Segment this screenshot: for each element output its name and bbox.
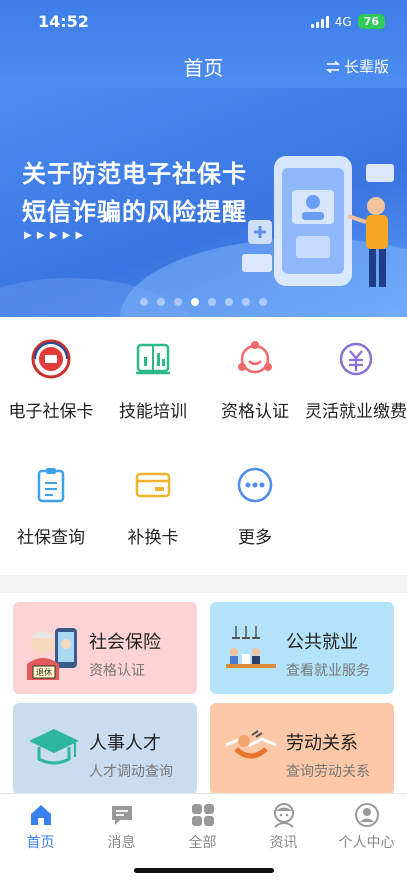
service-label: 社保查询 (17, 528, 85, 548)
banner-arrows: ▶ ▶ ▶ ▶ ▶ (24, 230, 85, 241)
carousel-dot[interactable] (140, 298, 148, 306)
card-title: 公共就业 (286, 632, 358, 653)
carousel-dot[interactable] (225, 298, 233, 306)
tab-label: 消息 (107, 835, 136, 851)
app-header: 14:52 4G 76 首页 长辈版 (0, 0, 407, 88)
tab-messages[interactable]: 消息 (81, 802, 162, 852)
home-indicator (134, 868, 274, 873)
carousel-dot[interactable] (259, 298, 267, 306)
home-icon (30, 805, 51, 825)
service-label: 更多 (238, 528, 272, 548)
card-subtitle: 资格认证 (89, 663, 145, 679)
service-label: 电子社保卡 (8, 402, 94, 422)
tab-all[interactable]: 全部 (162, 802, 243, 852)
service-label: 补换卡 (127, 528, 179, 548)
yuan-coin-icon (339, 342, 373, 376)
status-bar: 14:52 4G 76 (0, 12, 407, 34)
network-label: 4G (334, 14, 352, 29)
tab-profile[interactable]: 个人中心 (326, 802, 407, 852)
card-subtitle: 查看就业服务 (286, 663, 370, 679)
swap-arrows-icon (325, 60, 340, 73)
carousel-dots[interactable] (140, 298, 267, 306)
carousel-dot[interactable] (174, 298, 182, 306)
battery-icon: 76 (357, 14, 385, 29)
promo-banner[interactable]: 关于防范电子社保卡 短信诈骗的风险提醒 ▶ ▶ ▶ ▶ ▶ (0, 88, 407, 317)
office-people-icon (226, 626, 276, 668)
service-label: 技能培训 (119, 402, 187, 422)
tab-label: 个人中心 (338, 835, 395, 851)
book-chart-icon (136, 343, 170, 375)
retire-badge: 退休 (36, 667, 52, 677)
elder-mode-label: 长辈版 (343, 58, 389, 76)
banner-headline-line1: 关于防范电子社保卡 (22, 160, 247, 188)
carousel-dot[interactable] (242, 298, 250, 306)
profile-icon (354, 803, 379, 827)
clipboard-icon (37, 468, 65, 503)
banner-headline-line2: 短信诈骗的风险提醒 (22, 198, 247, 226)
more-dots-icon (237, 467, 273, 503)
carousel-dot[interactable] (191, 298, 199, 306)
social-security-seal-icon (31, 339, 71, 379)
service-card-replace[interactable]: 补换卡 (102, 465, 204, 548)
card-title: 人事人才 (89, 733, 161, 754)
graduation-cap-icon (29, 729, 79, 765)
card-title: 劳动关系 (286, 733, 358, 754)
tab-home[interactable]: 首页 (0, 802, 81, 852)
service-social-query[interactable]: 社保查询 (0, 465, 102, 548)
status-time: 14:52 (38, 12, 89, 31)
carousel-dot[interactable] (157, 298, 165, 306)
service-skill-training[interactable]: 技能培训 (102, 339, 204, 422)
card-subtitle: 人才调动查询 (89, 764, 173, 780)
service-qualification-auth[interactable]: 资格认证 (204, 339, 306, 422)
service-electronic-card[interactable]: 电子社保卡 (0, 339, 102, 422)
carousel-dot[interactable] (208, 298, 216, 306)
card-social-insurance[interactable]: 退休 社会保险 资格认证 (13, 602, 197, 694)
tab-label: 全部 (188, 835, 217, 851)
tab-label: 首页 (26, 835, 55, 851)
tab-label: 资讯 (269, 835, 298, 851)
handshake-icon (225, 730, 277, 759)
card-labor-relations[interactable]: 劳动关系 查询劳动关系 (210, 703, 394, 793)
service-grid: 电子社保卡 技能培训 资格认证 灵活就业缴费 社保查询 补换卡 更多 (0, 317, 407, 575)
signal-icon (310, 15, 329, 28)
news-icon (273, 803, 294, 828)
service-label: 资格认证 (221, 402, 289, 422)
card-subtitle: 查询劳动关系 (286, 764, 370, 780)
status-indicators: 4G 76 (310, 14, 385, 29)
service-flexible-payment[interactable]: 灵活就业缴费 (305, 339, 407, 422)
grid-icon (191, 804, 214, 826)
phone-illustration (242, 156, 394, 287)
card-title: 社会保险 (89, 632, 161, 653)
card-personnel-talent[interactable]: 人事人才 人才调动查询 (13, 703, 197, 793)
service-label: 灵活就业缴费 (305, 402, 407, 422)
card-public-employment[interactable]: 公共就业 查看就业服务 (210, 602, 394, 694)
message-icon (111, 806, 132, 825)
elder-mode-button[interactable]: 长辈版 (325, 56, 389, 77)
category-cards: 退休 社会保险 资格认证 公共就业 查看就业服务 人事人才 人才调动查询 劳动关… (0, 593, 407, 793)
service-more[interactable]: 更多 (204, 465, 306, 548)
card-icon (135, 472, 171, 498)
tab-news[interactable]: 资讯 (243, 802, 324, 852)
elderly-couple-icon: 退休 (27, 628, 77, 680)
face-verify-icon (238, 341, 272, 374)
section-divider (0, 575, 407, 593)
